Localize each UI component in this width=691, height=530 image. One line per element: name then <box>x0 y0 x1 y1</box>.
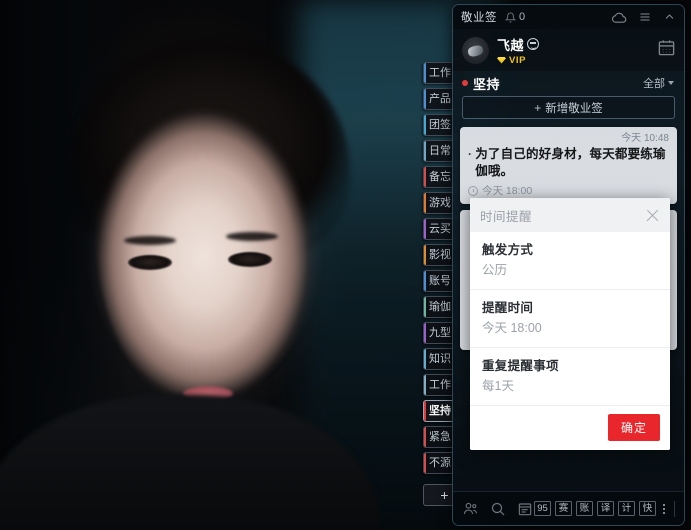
vip-label: VIP <box>509 54 527 66</box>
category-tag-label: 知识 <box>429 353 451 365</box>
notification-group[interactable]: 0 <box>505 11 525 23</box>
category-tag-label: 工作 <box>429 67 451 79</box>
panel-bottom-bar: 95 赛账译计快 <box>453 491 684 525</box>
bottom-bar-left-icons <box>462 501 533 517</box>
filter-dropdown[interactable]: 全部 <box>643 75 674 91</box>
plus-icon: + <box>534 100 542 115</box>
row-label: 重复提醒事项 <box>482 359 559 373</box>
row-label: 触发方式 <box>482 243 534 257</box>
category-tag-label: 不源 <box>429 457 451 469</box>
note-reminder[interactable]: 今天 18:00 <box>468 183 669 198</box>
row-label: 提醒时间 <box>482 301 534 315</box>
app-title: 敬业签 <box>461 12 497 24</box>
gem-icon <box>497 56 506 64</box>
confirm-button[interactable]: 确定 <box>607 414 660 441</box>
contacts-icon[interactable] <box>462 501 479 516</box>
category-tag-label: 备忘 <box>429 171 451 183</box>
note-reminder-time: 今天 18:00 <box>482 185 533 197</box>
close-icon[interactable] <box>645 208 660 223</box>
category-tag-label: 团签 <box>429 119 451 131</box>
chevron-down-icon <box>668 81 674 85</box>
dialog-row-reminder-time[interactable]: 提醒时间 今天 18:00 <box>470 290 670 348</box>
dialog-row-repeat[interactable]: 重复提醒事项 每1天 <box>470 348 670 406</box>
portrait-eye-left <box>128 255 172 270</box>
vip-badge[interactable]: VIP <box>497 55 539 66</box>
section-header: 坚持 全部 <box>453 71 684 95</box>
category-tag-label: 工作 <box>429 379 451 391</box>
dialog-header: 时间提醒 <box>470 198 670 232</box>
category-tag-label: 游戏 <box>429 197 451 209</box>
time-reminder-dialog: 时间提醒 触发方式 公历 提醒时间 今天 18:00 重复提醒事项 每1天 确定 <box>470 198 670 450</box>
category-tag-label: 瑜伽 <box>429 301 451 313</box>
toolbar-chip[interactable]: 赛 <box>555 501 572 516</box>
portrait-brow-left <box>124 236 176 245</box>
category-tag-label: 九型 <box>429 327 451 339</box>
titlebar-controls <box>612 11 676 24</box>
row-value: 公历 <box>482 263 508 277</box>
cloud-icon[interactable] <box>612 11 627 24</box>
panel-titlebar: 敬业签 0 <box>453 5 684 29</box>
notification-count: 0 <box>519 11 526 23</box>
hamburger-menu-icon[interactable] <box>638 11 652 23</box>
section-color-dot <box>462 80 468 86</box>
add-note-button[interactable]: + 新增敬业签 <box>462 96 675 119</box>
category-tag-label: 云买 <box>429 223 451 235</box>
toolbar-chip[interactable]: 账 <box>576 501 593 516</box>
dialog-row-trigger-type[interactable]: 触发方式 公历 <box>470 232 670 290</box>
category-tag-label: 紧急 <box>429 431 451 443</box>
category-tag-label: 影视 <box>429 249 451 261</box>
toolbar-divider <box>674 500 675 517</box>
calendar-icon[interactable] <box>657 38 676 62</box>
note-body: · 为了自己的好身材，每天都要练瑜伽哦。 <box>468 146 669 180</box>
bell-icon <box>505 12 516 23</box>
add-note-label: 新增敬业签 <box>545 102 603 115</box>
search-icon[interactable] <box>490 501 506 517</box>
row-value: 今天 18:00 <box>482 321 542 335</box>
portrait-eye-right <box>228 252 272 267</box>
category-tag-label: 产品 <box>429 93 451 105</box>
user-profile-row[interactable]: 飞越 VIP <box>453 29 684 71</box>
portrait-brow-right <box>226 232 278 241</box>
smiley-icon <box>527 38 540 50</box>
toolbar-chip[interactable]: 快 <box>639 501 656 516</box>
kebab-menu-icon[interactable] <box>663 503 665 514</box>
category-tag-label: 日常 <box>429 145 451 157</box>
chevron-up-icon[interactable] <box>663 11 676 23</box>
section-title: 坚持 <box>473 76 501 92</box>
screen: 工作 产品 团签 日常 备忘 游戏 云买 影视 账号 瑜伽 九型 知识 工作 坚持 紧急 不源 + 敬业签 0 <box>0 0 691 530</box>
username-row: 飞越 <box>497 35 540 54</box>
category-tag-label: 账号 <box>429 275 451 287</box>
portrait-face <box>95 95 320 405</box>
clock-icon <box>468 185 478 196</box>
category-tag-label: 坚持 <box>429 405 451 417</box>
username: 飞越 <box>497 37 525 53</box>
row-value: 每1天 <box>482 379 514 393</box>
note-timestamp: 今天 10:48 <box>621 133 669 144</box>
note-list-icon[interactable] <box>517 501 533 517</box>
user-info: 飞越 VIP <box>497 35 540 66</box>
toolbar-chip[interactable]: 译 <box>597 501 614 516</box>
note-bullet: · <box>468 147 473 161</box>
bottom-bar-chips: 95 赛账译计快 <box>534 500 675 517</box>
dialog-footer: 确定 <box>470 406 670 450</box>
note-text: 为了自己的好身材，每天都要练瑜伽哦。 <box>475 147 666 178</box>
toolbar-chip[interactable]: 95 <box>534 501 551 516</box>
note-item[interactable]: 今天 10:48 · 为了自己的好身材，每天都要练瑜伽哦。 今天 18:00 <box>460 127 677 204</box>
toolbar-chip[interactable]: 计 <box>618 501 635 516</box>
dialog-title: 时间提醒 <box>480 209 533 224</box>
avatar[interactable] <box>462 36 489 64</box>
filter-label: 全部 <box>643 78 665 90</box>
